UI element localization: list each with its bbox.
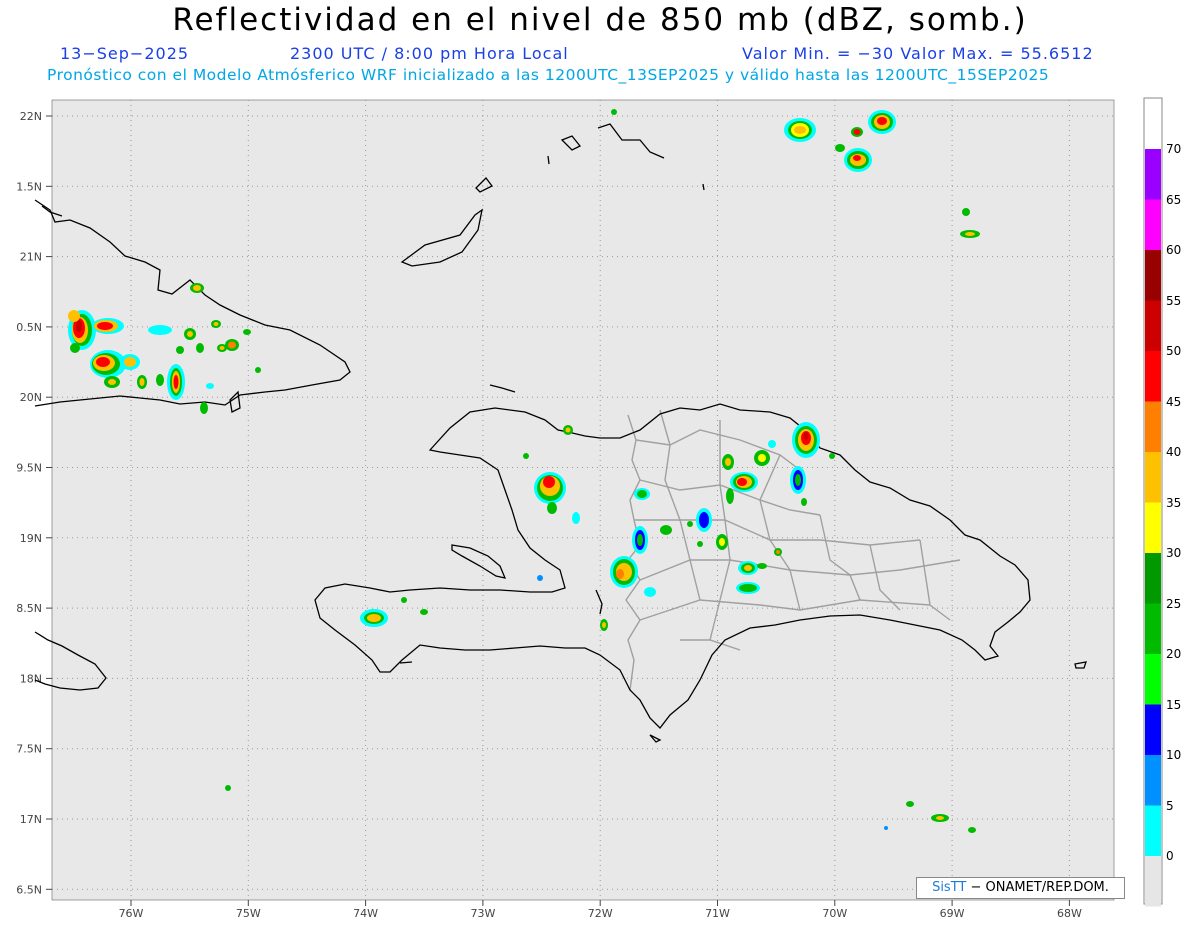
latitude-label: 18N xyxy=(20,672,42,685)
colorbar-segment xyxy=(1145,755,1161,806)
colorbar-segment xyxy=(1145,805,1161,856)
latitude-label: 8.5N xyxy=(16,602,42,615)
longitude-label: 76W xyxy=(119,907,144,920)
latitude-label: 6.5N xyxy=(16,883,42,896)
colorbar-segment xyxy=(1145,199,1161,250)
latitude-label: 1.5N xyxy=(16,180,42,193)
latitude-labels: 22N 1.5N 21N 0.5N 20N 9.5N 19N 8.5N 18N 7.5N 17N 6.… xyxy=(16,110,42,896)
colorbar-segment xyxy=(1145,351,1161,402)
colorbar-segment xyxy=(1145,300,1161,351)
colorbar-label: 15 xyxy=(1166,697,1182,712)
latitude-label: 21N xyxy=(20,251,42,264)
longitude-label: 68W xyxy=(1057,907,1082,920)
colorbar-segment xyxy=(1145,654,1161,705)
colorbar-segment xyxy=(1145,502,1161,553)
colorbar-label: 60 xyxy=(1166,243,1182,257)
longitude-label: 70W xyxy=(822,907,847,920)
longitude-label: 75W xyxy=(236,907,261,920)
latitude-label: 19N xyxy=(20,532,42,545)
map-frame xyxy=(51,99,1115,901)
colorbar-label: 50 xyxy=(1166,344,1182,358)
colorbar-label: 25 xyxy=(1166,596,1182,611)
colorbar-segment xyxy=(1145,603,1161,654)
latitude-label: 17N xyxy=(20,813,42,826)
colorbar-segment xyxy=(1145,452,1161,503)
colorbar-segment xyxy=(1145,149,1161,200)
colorbar-label: 45 xyxy=(1166,394,1182,409)
latitude-label: 22N xyxy=(20,110,42,123)
reflectivity-map: 22N 1.5N 21N 0.5N 20N 9.5N 19N 8.5N 18N 7.5N 17N 6.… xyxy=(16,97,1163,920)
credit-text: − ONAMET/REP.DOM. xyxy=(970,880,1109,895)
colorbar-label: 30 xyxy=(1166,546,1182,560)
latitude-label: 20N xyxy=(20,391,42,404)
latitude-label: 7.5N xyxy=(16,743,42,756)
colorbar-label: 55 xyxy=(1166,293,1182,308)
colorbar-label: 40 xyxy=(1166,445,1182,459)
longitude-label: 71W xyxy=(705,907,730,920)
colorbar-label: 10 xyxy=(1166,748,1182,762)
colorbar-label: 20 xyxy=(1166,647,1182,661)
colorbar-label: 0 xyxy=(1166,849,1174,863)
colorbar-segment xyxy=(1145,250,1161,301)
longitude-labels: 76W 75W 74W 73W 72W 71W 70W 69W 68W xyxy=(119,907,1082,920)
longitude-label: 69W xyxy=(940,907,965,920)
latitude-label: 9.5N xyxy=(16,462,42,475)
longitude-label: 73W xyxy=(470,907,495,920)
colorbar-label: 70 xyxy=(1166,142,1182,156)
longitude-label: 74W xyxy=(353,907,378,920)
colorbar xyxy=(1145,149,1161,907)
colorbar-segment xyxy=(1145,856,1161,907)
colorbar-segment xyxy=(1145,401,1161,452)
colorbar-label: 35 xyxy=(1166,495,1182,510)
longitude-label: 72W xyxy=(588,907,613,920)
colorbar-segment xyxy=(1145,553,1161,604)
colorbar-label: 5 xyxy=(1166,798,1174,813)
latitude-label: 0.5N xyxy=(16,321,42,334)
colorbar-label: 65 xyxy=(1166,192,1182,207)
credit-brand: SisTT xyxy=(932,880,967,895)
credit-box: SisTT − ONAMET/REP.DOM. xyxy=(916,877,1125,899)
colorbar-segment xyxy=(1145,704,1161,755)
